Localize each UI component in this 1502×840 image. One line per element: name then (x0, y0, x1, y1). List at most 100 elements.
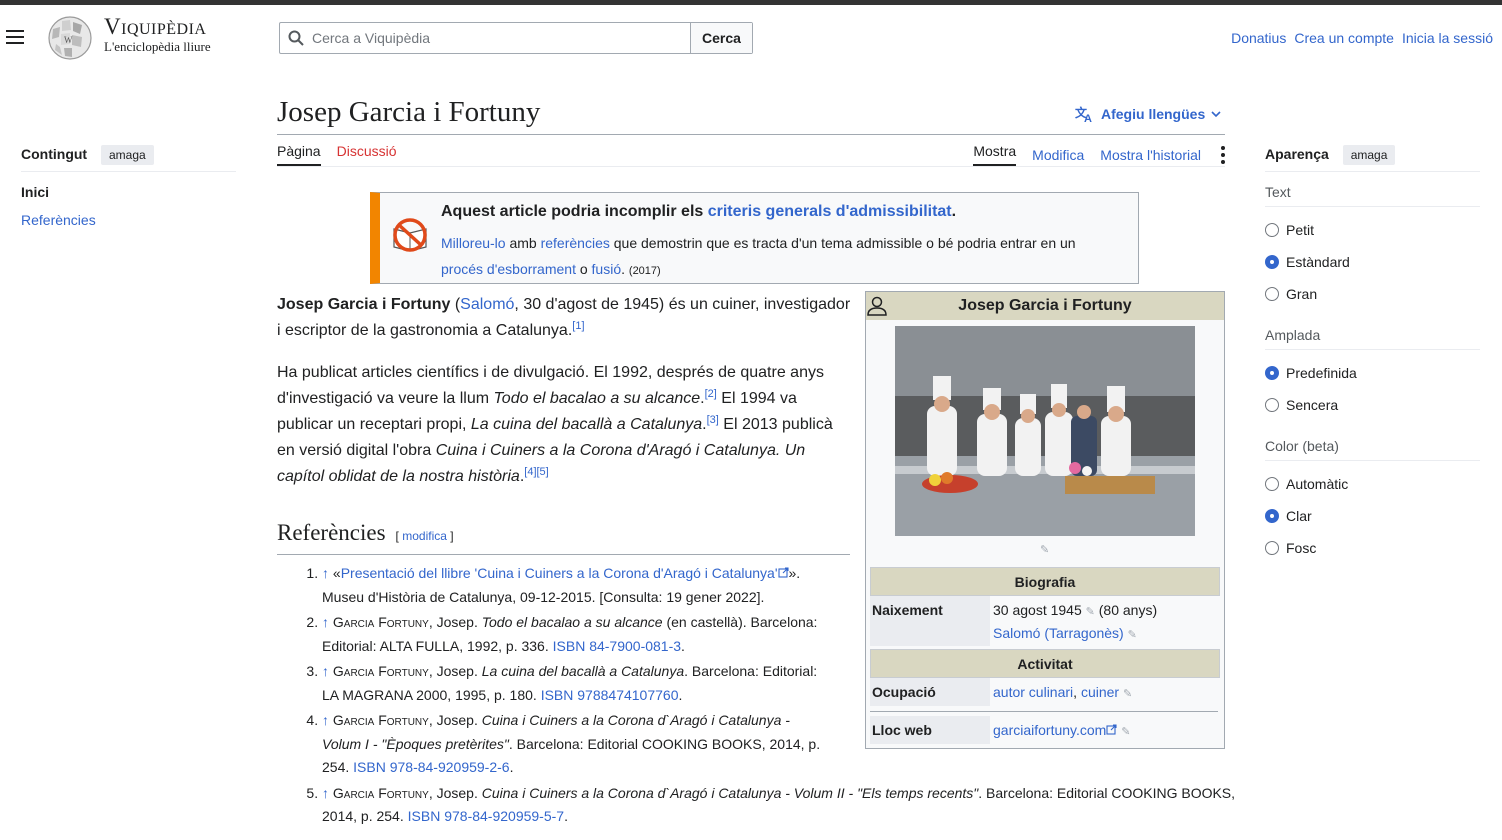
ref-book-title: Cuina i Cuiners a la Corona d`Aragó i Ca… (481, 784, 979, 801)
ref-1-link[interactable]: [1] (572, 320, 584, 332)
appearance-hide-button[interactable]: amaga (1342, 145, 1396, 165)
ref-text: , Josep. (428, 784, 482, 801)
text-size-small-option[interactable]: Petit (1265, 222, 1314, 238)
isbn-link[interactable]: ISBN 978-84-920959-2-6 (353, 759, 509, 775)
page-title: Josep Garcia i Fortuny (277, 96, 541, 128)
tab-read[interactable]: Mostra (973, 143, 1017, 166)
ref-title-link[interactable]: Presentació del llibre 'Cuina i Cuiners … (341, 565, 778, 581)
section-biography: Biografia (870, 567, 1220, 596)
radio-auto[interactable] (1265, 477, 1279, 491)
birth-age: (80 anys) (1094, 602, 1158, 618)
occupation-value: autor culinari, cuiner ✎ (993, 684, 1132, 700)
ref-author: Garcia Fortuny (332, 712, 429, 728)
admissibility-link[interactable]: criteris generals d'admissibilitat (708, 203, 952, 220)
radio-small[interactable] (1265, 223, 1279, 237)
references-link[interactable]: referències (541, 235, 610, 251)
text-size-large-option[interactable]: Gran (1265, 286, 1317, 302)
svg-text:A: A (1084, 113, 1092, 123)
ref-2-link[interactable]: [2] (705, 388, 717, 400)
radio-light[interactable] (1265, 509, 1279, 523)
search-button[interactable]: Cerca (690, 23, 752, 53)
salomo-link[interactable]: Salomó (460, 296, 514, 313)
site-tagline: L'enciclopèdia lliure (104, 39, 211, 54)
improve-link[interactable]: Milloreu-lo (441, 235, 506, 251)
width-wide-option[interactable]: Sencera (1265, 397, 1338, 413)
edit-birth-place-icon[interactable]: ✎ (1128, 629, 1137, 641)
isbn-link[interactable]: ISBN 9788474107760 (541, 687, 679, 703)
radio-standard[interactable] (1265, 255, 1279, 269)
text-size-standard-option[interactable]: Estàndard (1265, 254, 1350, 270)
edit-website-icon[interactable]: ✎ (1121, 726, 1130, 738)
color-light-option[interactable]: Clar (1265, 508, 1312, 524)
more-actions-icon[interactable] (1221, 145, 1225, 164)
references-heading: Referències [ modifica ] (277, 520, 454, 546)
edit-occupation-icon[interactable]: ✎ (1123, 688, 1132, 700)
chevron-down-icon (1211, 111, 1221, 118)
namespace-tabs: Pàgina Discussió (277, 143, 397, 166)
radio-dark[interactable] (1265, 541, 1279, 555)
radio-wide[interactable] (1265, 398, 1279, 412)
language-button[interactable]: 文A Afegiu llengües (1075, 105, 1221, 123)
ref-backlink[interactable]: ↑ (322, 565, 329, 581)
person-icon[interactable] (866, 295, 888, 317)
ref-backlink[interactable]: ↑ (322, 614, 329, 630)
search-icon (288, 30, 304, 46)
notability-notice: Aquest article podria incomplir els crit… (370, 192, 1139, 284)
edit-image-icon[interactable]: ✎ (1040, 543, 1049, 556)
edit-birth-date-icon[interactable]: ✎ (1086, 606, 1095, 618)
login-link[interactable]: Inicia la sessió (1402, 30, 1493, 46)
search-input[interactable] (310, 29, 674, 47)
radio-default-width-label: Predefinida (1286, 365, 1357, 381)
radio-large[interactable] (1265, 287, 1279, 301)
references-edit-link[interactable]: modifica (402, 529, 447, 543)
lead-paragraph: Josep Garcia i Fortuny (Salomó, 30 d'ago… (277, 292, 853, 344)
website-link[interactable]: garciaifortuny.com (993, 722, 1106, 738)
chefs-photo[interactable] (895, 326, 1195, 536)
ref-author: Garcia Fortuny (332, 663, 429, 679)
website-label: Lloc web (872, 722, 932, 738)
ref-backlink[interactable]: ↑ (322, 663, 329, 679)
toc-item-referencies[interactable]: Referències (21, 212, 96, 228)
tab-edit[interactable]: Modifica (1032, 147, 1084, 163)
color-dark-option[interactable]: Fosc (1265, 540, 1316, 556)
donate-link[interactable]: Donatius (1231, 30, 1286, 46)
occupation-label: Ocupació (872, 684, 936, 700)
notice-body: Milloreu-lo amb referències que demostri… (441, 230, 1121, 284)
wikipedia-globe-logo[interactable]: W (44, 15, 96, 61)
merge-link[interactable]: fusió (592, 261, 622, 277)
reference-item: ↑ «Presentació del llibre 'Cuina i Cuine… (322, 562, 822, 609)
tab-discussion[interactable]: Discussió (337, 143, 397, 166)
radio-small-label: Petit (1286, 222, 1315, 238)
radio-default-width[interactable] (1265, 366, 1279, 380)
notice-text-2: que demostrin que es tracta d'un tema ad… (609, 235, 1076, 251)
ref-text: . (564, 808, 568, 824)
radio-light-label: Clar (1286, 508, 1312, 524)
title-divider (277, 134, 1225, 135)
color-auto-option[interactable]: Automàtic (1265, 476, 1348, 492)
width-default-option[interactable]: Predefinida (1265, 365, 1357, 381)
color-label: Color (beta) (1265, 438, 1339, 454)
isbn-link[interactable]: ISBN 978-84-920959-5-7 (408, 808, 564, 824)
radio-large-label: Gran (1286, 286, 1318, 302)
ref-backlink[interactable]: ↑ (322, 712, 329, 728)
tab-page[interactable]: Pàgina (277, 143, 321, 166)
isbn-link[interactable]: ISBN 84-7900-081-3 (553, 638, 681, 654)
occupation-link-1[interactable]: autor culinari (993, 684, 1073, 700)
ref-text: , Josep. (428, 712, 482, 728)
infobox-header: Josep Garcia i Fortuny (866, 292, 1224, 320)
toc-divider (21, 171, 236, 172)
occupation-link-2[interactable]: cuiner (1081, 684, 1119, 700)
ref-3-link[interactable]: [3] (707, 414, 719, 426)
ref-5-link[interactable]: [5] (537, 466, 549, 478)
create-account-link[interactable]: Crea un compte (1294, 30, 1394, 46)
birth-place-link[interactable]: Salomó (Tarragonès) (993, 625, 1124, 641)
site-name: Viquipèdia (104, 14, 207, 39)
ref-4-link[interactable]: [4] (524, 466, 536, 478)
main-menu-icon[interactable] (6, 30, 24, 44)
ref-backlink[interactable]: ↑ (322, 785, 329, 801)
deletion-link[interactable]: procés d'esborrament (441, 261, 576, 277)
tab-history[interactable]: Mostra l'historial (1100, 147, 1201, 163)
site-wordmark[interactable]: Viquipèdia L'enciclopèdia lliure (104, 14, 211, 55)
toc-hide-button[interactable]: amaga (100, 145, 154, 165)
toc-item-inici[interactable]: Inici (21, 184, 49, 200)
